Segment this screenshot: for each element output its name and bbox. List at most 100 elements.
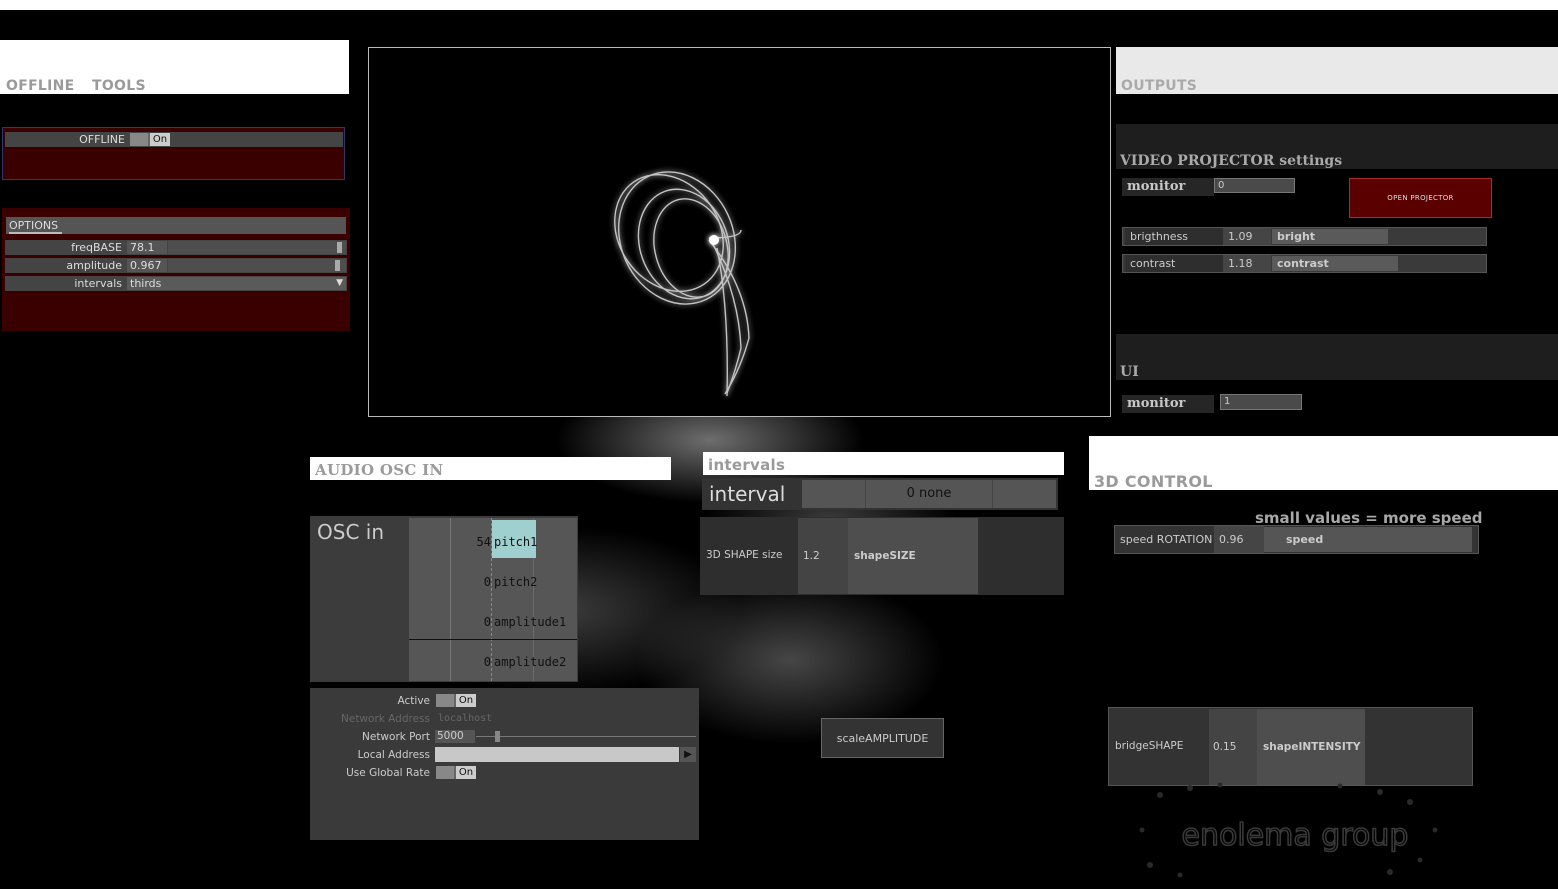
tab-offline[interactable]: OFFLINE — [6, 78, 75, 94]
video-projector-band: VIDEO PROJECTOR settings — [1116, 124, 1558, 169]
shape-size-name: shapeSIZE — [854, 550, 916, 562]
speed-rotation-name: speed — [1286, 533, 1324, 546]
bridge-shape-label: bridgeSHAPE — [1115, 740, 1184, 752]
preview-window — [368, 47, 1111, 417]
intervals-dropdown[interactable]: thirds ▼ — [127, 277, 346, 290]
toggle-knob — [436, 694, 454, 707]
ui-monitor-input[interactable]: 1 — [1220, 394, 1302, 410]
channel-name: amplitude1 — [494, 615, 567, 629]
network-address-value[interactable]: localhost — [438, 713, 492, 724]
active-label: Active — [397, 695, 430, 707]
amplitude-value[interactable]: 0.967 — [127, 259, 167, 272]
osc-channel-row[interactable]: 0 amplitude1 — [409, 602, 577, 642]
options-tab[interactable]: OPTIONS — [9, 219, 63, 234]
3d-control-title: 3D CONTROL — [1094, 472, 1213, 491]
audio-osc-header: AUDIO OSC IN — [310, 457, 671, 480]
tab-tools[interactable]: TOOLS — [92, 78, 146, 94]
logo-text: enolema group — [1182, 818, 1409, 853]
audio-osc-title: AUDIO OSC IN — [315, 461, 444, 479]
toggle-knob — [130, 133, 148, 146]
enolema-logo: enolema group — [1130, 780, 1460, 885]
speed-rotation-slider[interactable]: speed ROTATION 0.96 speed — [1114, 525, 1479, 554]
ui-monitor-label: monitor — [1122, 395, 1214, 413]
network-port-value[interactable]: 5000 — [435, 730, 475, 743]
osc-in-label: OSC in — [317, 520, 384, 544]
preview-shape — [614, 171, 750, 397]
slider-handle[interactable] — [495, 731, 500, 742]
video-monitor-input[interactable]: 0 — [1214, 178, 1295, 193]
contrast-name: contrast — [1277, 257, 1329, 270]
toggle-knob — [436, 766, 454, 779]
slider-handle[interactable] — [335, 260, 340, 271]
speed-rotation-label: speed ROTATION — [1120, 533, 1213, 546]
intervals-header: intervals — [703, 452, 1064, 475]
options-tab-header: OPTIONS — [6, 217, 346, 234]
use-global-rate-toggle[interactable]: On — [436, 766, 476, 779]
window-titlebar — [0, 0, 1558, 10]
freqbase-value[interactable]: 78.1 — [127, 241, 167, 254]
offline-toggle-text: On — [150, 133, 170, 146]
bridge-shape-name: shapeINTENSITY — [1263, 741, 1361, 753]
offline-label: OFFLINE — [79, 133, 125, 146]
speed-rotation-value[interactable]: 0.96 — [1214, 526, 1264, 553]
bridge-shape-value: 0.15 — [1213, 741, 1237, 753]
brightness-value[interactable]: 1.09 — [1223, 228, 1271, 245]
shape-size-block: 3D SHAPE size 1.2 shapeSIZE — [700, 517, 1064, 595]
brightness-label: brigthness — [1125, 228, 1223, 245]
local-address-input[interactable] — [435, 747, 679, 762]
left-tab-header: OFFLINE TOOLS — [0, 40, 349, 94]
freqbase-slider[interactable] — [168, 241, 346, 254]
options-panel: OPTIONS freqBASE 78.1 amplitude 0.967 in… — [2, 208, 350, 331]
network-address-label: Network Address — [341, 713, 430, 725]
interval-value: 0 none — [906, 486, 952, 501]
brightness-name: bright — [1277, 230, 1316, 243]
osc-channel-row[interactable]: 0 amplitude2 — [409, 642, 577, 682]
bridge-shape-block: bridgeSHAPE 0.15 shapeINTENSITY — [1108, 707, 1473, 786]
channel-value: 0 — [483, 575, 491, 589]
shape-size-slider[interactable]: 1.2 shapeSIZE — [798, 518, 978, 594]
offline-panel: OFFLINE On — [2, 127, 345, 180]
channel-value: 54 — [476, 535, 491, 549]
divider — [992, 480, 993, 508]
intervals-row: intervals thirds ▼ — [5, 276, 347, 291]
slider-handle[interactable] — [337, 242, 342, 253]
intervals-dropdown-value: thirds — [130, 277, 162, 290]
offline-row: OFFLINE On — [5, 132, 343, 147]
chevron-down-icon: ▼ — [336, 278, 343, 288]
network-port-slider[interactable] — [476, 731, 696, 742]
play-arrow-icon[interactable]: ▶ — [680, 747, 696, 762]
channel-value: 0 — [483, 655, 491, 669]
active-toggle[interactable]: On — [436, 694, 476, 707]
interval-label: interval — [709, 482, 786, 506]
shape-size-label: 3D SHAPE size — [706, 549, 783, 561]
use-global-rate-label: Use Global Rate — [346, 767, 430, 779]
intervals-label: intervals — [74, 277, 122, 290]
freqbase-label: freqBASE — [71, 241, 122, 254]
outputs-header: OUTPUTS — [1116, 47, 1558, 94]
bridge-shape-slider[interactable]: 0.15 shapeINTENSITY — [1209, 709, 1365, 785]
open-projector-button[interactable]: OPEN PROJECTOR — [1349, 178, 1492, 218]
amplitude-slider[interactable] — [168, 259, 346, 272]
osc-channel-row[interactable]: 0 pitch2 — [409, 562, 577, 602]
interval-selector[interactable]: 0 none — [802, 480, 1056, 508]
channel-name: pitch2 — [494, 575, 538, 589]
shape-size-value: 1.2 — [803, 550, 820, 562]
scale-amplitude-button[interactable]: scaleAMPLITUDE — [821, 718, 944, 758]
ui-band: UI — [1116, 334, 1558, 380]
contrast-label: contrast — [1125, 255, 1223, 272]
osc-channel-row[interactable]: 54 pitch1 — [409, 522, 577, 562]
local-address-label: Local Address — [357, 749, 430, 761]
network-port-label: Network Port — [362, 731, 430, 743]
channel-name: pitch1 — [494, 535, 538, 549]
contrast-slider[interactable]: contrast 1.18 contrast — [1122, 254, 1487, 273]
use-global-rate-toggle-text: On — [456, 766, 476, 779]
video-monitor-label: monitor — [1122, 178, 1214, 196]
active-toggle-text: On — [456, 694, 476, 707]
interval-row: interval 0 none — [702, 478, 1058, 510]
offline-toggle[interactable]: On — [130, 133, 170, 146]
amplitude-label: amplitude — [66, 259, 122, 272]
brightness-slider[interactable]: brigthness 1.09 bright — [1122, 227, 1487, 246]
channel-name: amplitude2 — [494, 655, 567, 669]
channel-value: 0 — [483, 615, 491, 629]
contrast-value[interactable]: 1.18 — [1223, 255, 1271, 272]
